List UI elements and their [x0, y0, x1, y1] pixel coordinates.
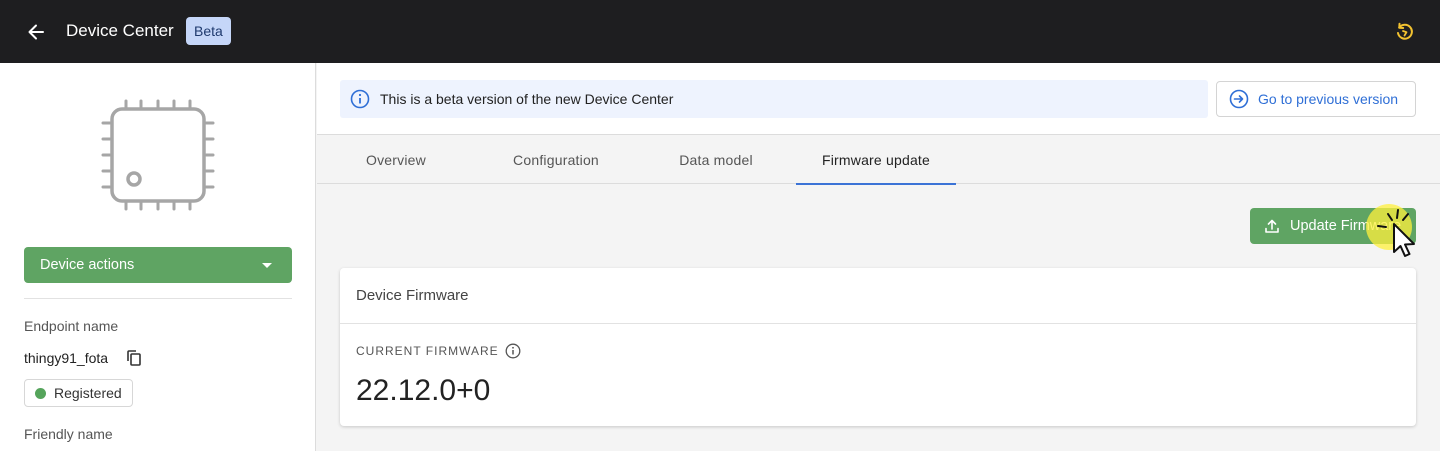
- copy-endpoint-button[interactable]: [124, 348, 144, 368]
- status-badge: Registered: [24, 379, 133, 407]
- caret-down-icon: [262, 263, 272, 268]
- info-icon: [350, 89, 370, 109]
- tab-data-model[interactable]: Data model: [636, 136, 796, 184]
- top-app-bar: Device Center Beta: [0, 0, 1440, 63]
- tab-overview[interactable]: Overview: [316, 136, 476, 184]
- current-firmware-label: CURRENT FIRMWARE: [356, 343, 521, 359]
- tab-firmware-update[interactable]: Firmware update: [796, 136, 956, 185]
- current-firmware-label-text: CURRENT FIRMWARE: [356, 344, 499, 358]
- beta-badge: Beta: [186, 17, 231, 45]
- beta-notice: This is a beta version of the new Device…: [340, 80, 1208, 118]
- friendly-name-label: Friendly name: [24, 426, 113, 442]
- device-tabs: Overview Configuration Data model Firmwa…: [316, 136, 1440, 185]
- device-image: [100, 99, 216, 211]
- device-firmware-card: Device Firmware CURRENT FIRMWARE 22.12.0…: [340, 268, 1416, 426]
- status-dot-icon: [35, 387, 46, 399]
- endpoint-name-value: thingy91_fota: [24, 350, 109, 366]
- device-firmware-title: Device Firmware: [340, 268, 1416, 324]
- sidebar-divider: [24, 298, 292, 299]
- device-actions-button[interactable]: Device actions: [24, 247, 292, 283]
- go-to-previous-version-label: Go to previous version: [1258, 91, 1399, 107]
- endpoint-name-label: Endpoint name: [24, 318, 119, 334]
- click-highlight: [1366, 204, 1412, 250]
- main-content: This is a beta version of the new Device…: [317, 63, 1440, 451]
- current-firmware-value: 22.12.0+0: [356, 374, 491, 407]
- copy-icon: [127, 350, 141, 366]
- info-icon[interactable]: [505, 343, 521, 359]
- arrow-right-circle-icon: [1229, 89, 1249, 109]
- device-actions-label: Device actions: [40, 257, 135, 273]
- notice-row: This is a beta version of the new Device…: [317, 63, 1440, 135]
- upload-icon: [1265, 219, 1279, 233]
- go-to-previous-version-button[interactable]: Go to previous version: [1216, 81, 1416, 117]
- refresh-icon: [1397, 22, 1413, 40]
- back-button[interactable]: [20, 16, 52, 48]
- status-text: Registered: [54, 385, 122, 401]
- chip-icon: [101, 99, 215, 211]
- device-sidebar: Device actions Endpoint name thingy91_fo…: [0, 63, 316, 451]
- refresh-button[interactable]: [1388, 16, 1420, 48]
- tab-configuration[interactable]: Configuration: [476, 136, 636, 184]
- beta-notice-text: This is a beta version of the new Device…: [380, 91, 674, 107]
- arrow-left-icon: [28, 24, 44, 40]
- app-title: Device Center: [66, 21, 174, 40]
